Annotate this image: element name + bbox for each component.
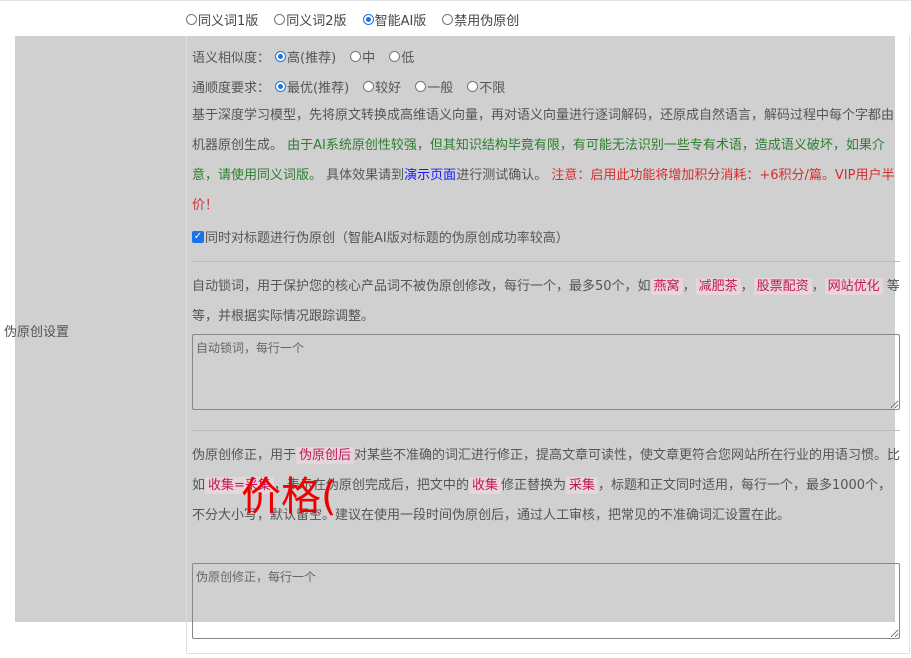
corrections-textarea[interactable] <box>192 563 900 639</box>
example-tag: 网站优化 <box>824 278 883 295</box>
example-tag: 燕窝 <box>650 278 683 295</box>
effect-suffix-text: 进行测试确认。 <box>456 168 548 183</box>
similarity-option-medium[interactable]: 中 <box>350 47 375 66</box>
radio-icon[interactable] <box>363 81 375 92</box>
mode-option-synonym-1[interactable]: 同义词1版 <box>186 10 258 29</box>
divider <box>192 430 900 431</box>
demo-page-link[interactable]: 演示页面 <box>404 168 456 183</box>
checkbox-checked-icon[interactable]: ✓ <box>192 230 204 243</box>
separator: ， <box>811 279 825 294</box>
radio-checked-icon[interactable] <box>362 13 374 25</box>
lock-words-textarea[interactable] <box>192 334 900 410</box>
radio-icon[interactable] <box>442 13 454 25</box>
option-label: 低 <box>401 51 415 66</box>
option-label: 高(推荐) <box>287 51 337 66</box>
radio-icon[interactable] <box>274 13 286 25</box>
fluency-option-good[interactable]: 较好 <box>363 77 401 96</box>
radio-checked-icon[interactable] <box>275 51 287 62</box>
effect-prefix-text: 具体效果请到 <box>326 168 405 183</box>
similarity-option-low[interactable]: 低 <box>389 47 414 66</box>
radio-icon[interactable] <box>467 81 479 92</box>
divider <box>192 261 900 262</box>
similarity-row: 语义相似度： 高(推荐) 中 低 <box>192 47 428 66</box>
fluency-label: 通顺度要求： <box>192 81 271 96</box>
radio-icon[interactable] <box>389 51 401 62</box>
code-tag: 收集 <box>468 477 501 494</box>
mode-option-ai[interactable]: 智能AI版 <box>362 10 427 29</box>
similarity-label: 语义相似度： <box>192 51 271 66</box>
lock-words-description: 自动锁词，用于保护您的核心产品词不被伪原创修改，每行一个，最多50个，如 燕窝，减… <box>192 272 902 332</box>
radio-checked-icon[interactable] <box>275 81 287 92</box>
option-label: 不限 <box>479 81 506 96</box>
example-tag: 股票配资 <box>753 278 812 295</box>
mode-option-label: 禁用伪原创 <box>454 13 520 29</box>
mode-option-label: 同义词1版 <box>198 13 259 29</box>
radio-icon[interactable] <box>350 51 362 62</box>
overlay-text: 价格( <box>241 474 337 520</box>
example-tag: 减肥茶 <box>695 278 741 295</box>
mode-option-label: 智能AI版 <box>374 13 427 29</box>
option-label: 较好 <box>375 81 402 96</box>
fluency-option-best[interactable]: 最优(推荐) <box>275 77 349 96</box>
fluency-option-any[interactable]: 不限 <box>467 77 505 96</box>
title-checkbox-row[interactable]: ✓ 同时对标题进行伪原创（智能AI版对标题的伪原创成功率较高） <box>192 227 569 246</box>
radio-icon[interactable] <box>415 81 427 92</box>
top-border <box>0 0 911 1</box>
similarity-option-high[interactable]: 高(推荐) <box>275 47 336 66</box>
row-label: 伪原创设置 <box>4 325 70 340</box>
title-checkbox-label: 同时对标题进行伪原创（智能AI版对标题的伪原创成功率较高） <box>205 231 569 246</box>
ai-description: 基于深度学习模型，先将原文转换成高维语义向量，再对语义向量进行逐词解码，还原成自… <box>192 101 902 221</box>
separator: ， <box>682 279 696 294</box>
mode-option-disable[interactable]: 禁用伪原创 <box>442 10 519 29</box>
code-tag: 伪原创后 <box>296 447 355 464</box>
option-label: 一般 <box>427 81 454 96</box>
mode-radio-group: 同义词1版 同义词2版 智能AI版 禁用伪原创 <box>186 10 535 29</box>
option-label: 中 <box>362 51 376 66</box>
fluency-row: 通顺度要求： 最优(推荐) 较好 一般 不限 <box>192 77 519 96</box>
mode-option-label: 同义词2版 <box>286 13 347 29</box>
option-label: 最优(推荐) <box>287 81 350 96</box>
code-tag: 采集 <box>565 477 598 494</box>
corrections-text: 修正替换为 <box>500 478 566 493</box>
lock-desc-prefix: 自动锁词，用于保护您的核心产品词不被伪原创修改，每行一个，最多50个，如 <box>192 279 651 294</box>
separator: ， <box>740 279 754 294</box>
radio-icon[interactable] <box>186 13 197 25</box>
fluency-option-normal[interactable]: 一般 <box>415 77 453 96</box>
mode-option-synonym-2[interactable]: 同义词2版 <box>274 10 347 29</box>
corrections-text: 伪原创修正，用于 <box>192 448 297 463</box>
